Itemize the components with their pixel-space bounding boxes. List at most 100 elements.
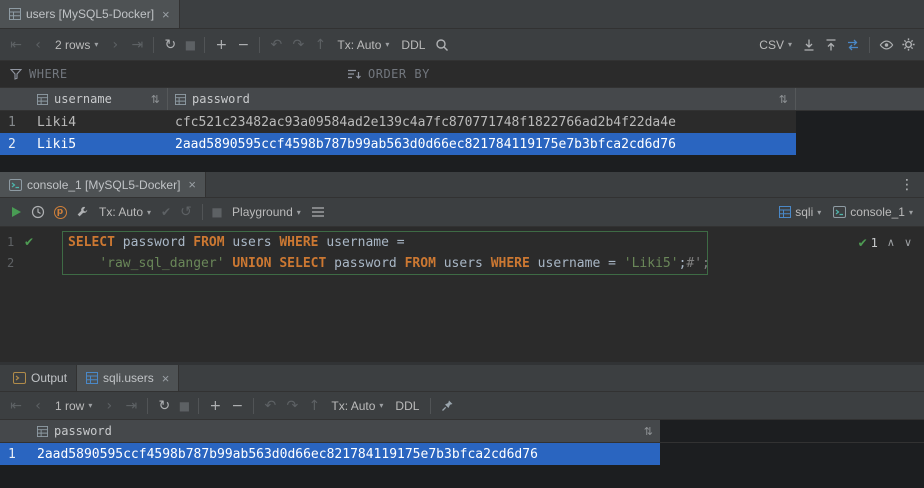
ddl-button[interactable]: DDL bbox=[389, 399, 425, 413]
first-page-icon[interactable]: ⇤ bbox=[5, 395, 27, 417]
order-by-field[interactable]: ORDER BY bbox=[337, 61, 430, 87]
tab-sqli-users-result[interactable]: sqli.users × bbox=[76, 365, 179, 391]
stop-icon[interactable]: ■ bbox=[208, 201, 226, 223]
tab-output[interactable]: Output bbox=[4, 365, 76, 391]
editor-tab-bar: users [MySQL5-Docker] × bbox=[0, 0, 924, 29]
previous-page-icon[interactable]: ‹ bbox=[27, 34, 49, 56]
table-row-selected[interactable]: 2 Liki5 2aad5890595ccf4598b787b99ab563d0… bbox=[0, 133, 924, 155]
undo-icon[interactable]: ↶ bbox=[259, 395, 281, 417]
wrench-settings-icon[interactable] bbox=[71, 201, 93, 223]
previous-page-icon[interactable]: ‹ bbox=[27, 395, 49, 417]
row-number-cell[interactable]: 1 bbox=[0, 111, 30, 133]
submit-changes-icon[interactable]: ↑ bbox=[309, 34, 331, 56]
page-size-dropdown[interactable]: 1 row ▾ bbox=[49, 399, 98, 413]
schema-label: sqli bbox=[795, 205, 813, 219]
grid-corner-cell[interactable] bbox=[0, 88, 30, 110]
close-icon[interactable]: × bbox=[162, 372, 170, 385]
toolbar-separator bbox=[202, 204, 203, 220]
tab-console-1[interactable]: console_1 [MySQL5-Docker] × bbox=[0, 172, 206, 197]
close-icon[interactable]: × bbox=[162, 8, 170, 21]
password-cell[interactable]: 2aad5890595ccf4598b787b99ab563d0d66ec821… bbox=[30, 443, 660, 465]
statement-success-check-icon: ✔ bbox=[24, 232, 34, 253]
password-cell[interactable]: cfc521c23482ac93a09584ad2e139c4a7fc87077… bbox=[168, 111, 796, 133]
output-layout-icon[interactable] bbox=[307, 201, 329, 223]
grid-corner-cell[interactable] bbox=[0, 420, 30, 442]
last-page-icon[interactable]: ⇥ bbox=[126, 34, 148, 56]
column-header-password[interactable]: password ⇅ bbox=[168, 88, 796, 110]
sort-icon: ⇅ bbox=[644, 425, 653, 438]
next-page-icon[interactable]: › bbox=[98, 395, 120, 417]
add-row-icon[interactable]: + bbox=[204, 395, 226, 417]
tx-mode-dropdown[interactable]: Tx: Auto ▾ bbox=[331, 38, 395, 52]
table-row-selected[interactable]: 1 2aad5890595ccf4598b787b99ab563d0d66ec8… bbox=[0, 443, 924, 465]
undo-icon[interactable]: ↶ bbox=[265, 34, 287, 56]
previous-result-chevron-icon[interactable]: ∧ bbox=[887, 236, 895, 249]
import-data-icon[interactable] bbox=[798, 34, 820, 56]
more-options-kebab-icon[interactable]: ⋮ bbox=[890, 177, 924, 193]
page-size-dropdown[interactable]: 2 rows ▾ bbox=[49, 38, 104, 52]
sql-editor[interactable]: 1 2 ✔ SELECT password FROM users WHERE u… bbox=[0, 227, 924, 362]
row-number-cell[interactable]: 1 bbox=[0, 443, 30, 465]
tab-users-grid[interactable]: users [MySQL5-Docker] × bbox=[0, 0, 180, 28]
stop-icon[interactable]: ■ bbox=[175, 395, 193, 417]
parameters-letter: p bbox=[54, 206, 67, 219]
gear-icon[interactable] bbox=[897, 34, 919, 56]
delete-row-icon[interactable]: − bbox=[226, 395, 248, 417]
export-format-dropdown[interactable]: CSV ▾ bbox=[753, 38, 798, 52]
history-clock-icon[interactable] bbox=[27, 201, 49, 223]
redo-icon[interactable]: ↷ bbox=[287, 34, 309, 56]
next-result-chevron-icon[interactable]: ∨ bbox=[904, 236, 912, 249]
chevron-down-icon: ▾ bbox=[94, 40, 98, 49]
console-toolbar-right: sqli ▾ console_1 ▾ bbox=[773, 205, 919, 219]
first-page-icon[interactable]: ⇤ bbox=[5, 34, 27, 56]
page-size-label: 1 row bbox=[55, 399, 84, 413]
toolbar-separator bbox=[198, 398, 199, 414]
stop-icon[interactable]: ■ bbox=[181, 34, 199, 56]
playground-dropdown[interactable]: Playground ▾ bbox=[226, 205, 307, 219]
rollback-icon[interactable]: ↺ bbox=[175, 201, 197, 223]
commit-icon[interactable]: ✔ bbox=[157, 201, 175, 223]
toolbar-separator bbox=[253, 398, 254, 414]
where-filter-field[interactable]: WHERE bbox=[0, 61, 337, 87]
submit-changes-icon[interactable]: ↑ bbox=[303, 395, 325, 417]
last-page-icon[interactable]: ⇥ bbox=[120, 395, 142, 417]
transpose-icon[interactable] bbox=[842, 34, 864, 56]
pin-tab-icon[interactable] bbox=[436, 395, 458, 417]
sql-code-line[interactable]: 'raw_sql_danger' UNION SELECT password F… bbox=[68, 253, 710, 274]
table-row[interactable]: 1 Liki4 cfc521c23482ac93a09584ad2e139c4a… bbox=[0, 111, 924, 133]
toolbar-separator bbox=[430, 398, 431, 414]
line-number: 2 bbox=[7, 253, 21, 274]
column-header-username[interactable]: username ⇅ bbox=[30, 88, 168, 110]
row-number-cell[interactable]: 2 bbox=[0, 133, 30, 155]
refresh-icon[interactable]: ↻ bbox=[153, 395, 175, 417]
sql-code-line[interactable]: SELECT password FROM users WHERE usernam… bbox=[68, 232, 405, 253]
refresh-icon[interactable]: ↻ bbox=[159, 34, 181, 56]
session-selector-dropdown[interactable]: console_1 ▾ bbox=[827, 205, 919, 219]
next-page-icon[interactable]: › bbox=[104, 34, 126, 56]
table-icon bbox=[37, 94, 48, 105]
sort-icon: ⇅ bbox=[779, 93, 788, 106]
close-icon[interactable]: × bbox=[188, 178, 196, 191]
export-data-icon[interactable] bbox=[820, 34, 842, 56]
view-options-eye-icon[interactable] bbox=[875, 34, 897, 56]
delete-row-icon[interactable]: − bbox=[232, 34, 254, 56]
toolbar-separator bbox=[204, 37, 205, 53]
username-cell[interactable]: Liki5 bbox=[30, 133, 168, 155]
password-cell[interactable]: 2aad5890595ccf4598b787b99ab563d0d66ec821… bbox=[168, 133, 796, 155]
search-icon[interactable] bbox=[431, 34, 453, 56]
schema-selector-dropdown[interactable]: sqli ▾ bbox=[773, 205, 827, 219]
tx-mode-dropdown[interactable]: Tx: Auto ▾ bbox=[325, 399, 389, 413]
table-icon bbox=[9, 8, 21, 20]
ddl-button[interactable]: DDL bbox=[395, 38, 431, 52]
username-cell[interactable]: Liki4 bbox=[30, 111, 168, 133]
parameters-icon[interactable]: p bbox=[49, 201, 71, 223]
column-header-password[interactable]: password ⇅ bbox=[30, 420, 660, 442]
tx-mode-dropdown[interactable]: Tx: Auto ▾ bbox=[93, 205, 157, 219]
ddl-label: DDL bbox=[395, 399, 419, 413]
redo-icon[interactable]: ↷ bbox=[281, 395, 303, 417]
column-name: username bbox=[54, 92, 112, 106]
run-icon[interactable] bbox=[5, 201, 27, 223]
database-ide-window: users [MySQL5-Docker] × ⇤ ‹ 2 rows ▾ › ⇥… bbox=[0, 0, 924, 488]
chevron-down-icon: ▾ bbox=[909, 208, 913, 217]
add-row-icon[interactable]: + bbox=[210, 34, 232, 56]
